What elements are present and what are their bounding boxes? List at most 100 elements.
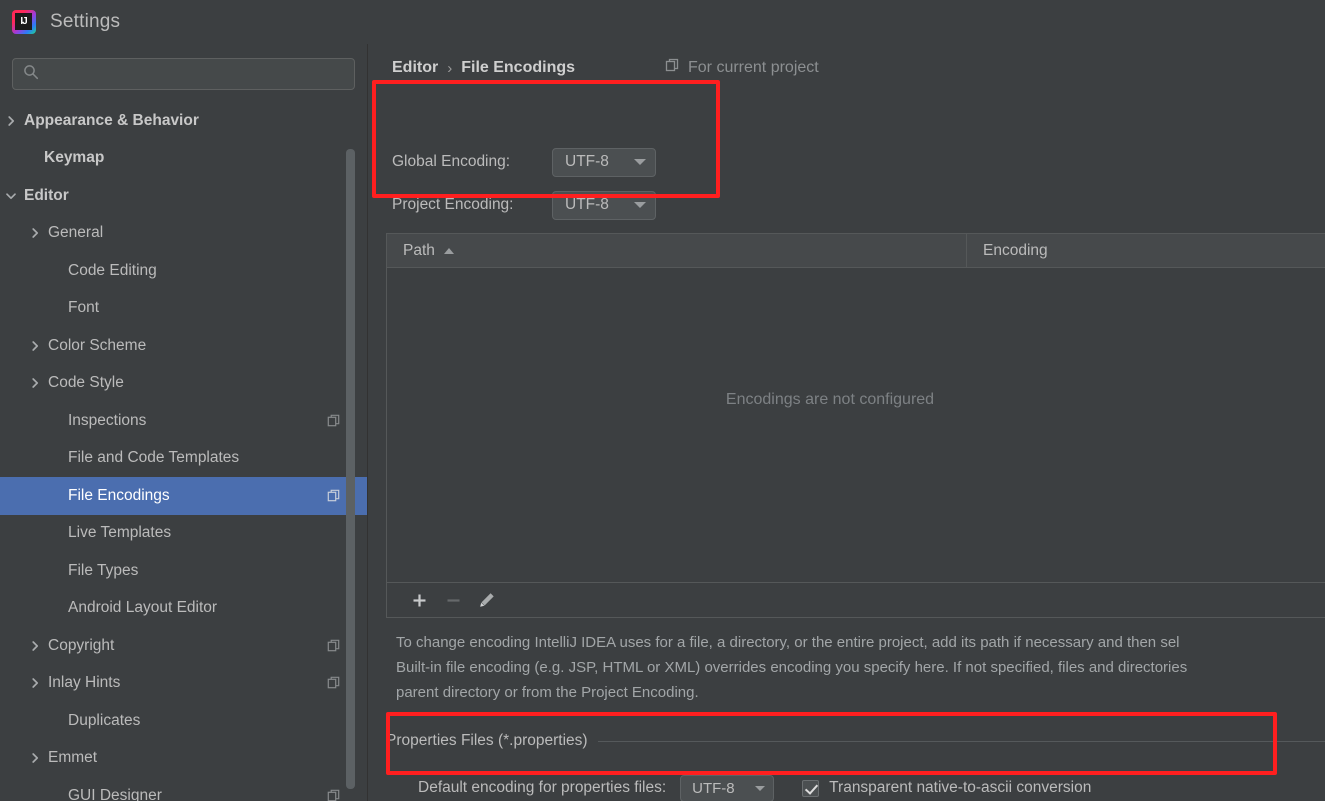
global-encoding-value: UTF-8 <box>565 153 609 170</box>
properties-files-group-header: Properties Files (*.properties) <box>386 732 1325 750</box>
global-encoding-row: Global Encoding: UTF-8 <box>392 147 656 177</box>
minus-icon <box>447 598 459 602</box>
chevron-right-icon[interactable] <box>28 339 42 353</box>
sidebar-item-label: File and Code Templates <box>68 449 240 467</box>
sidebar-item-emmet[interactable]: Emmet <box>0 740 367 778</box>
sidebar-item-copyright[interactable]: Copyright <box>0 627 367 665</box>
project-encoding-dropdown[interactable]: UTF-8 <box>552 190 656 220</box>
properties-encoding-value: UTF-8 <box>692 779 735 797</box>
intellij-idea-logo-icon <box>12 10 36 34</box>
settings-window: Settings Appearance & Behavior Keymap Edit… <box>0 0 1325 801</box>
project-scope-icon <box>665 58 680 78</box>
sidebar-item-label: Keymap <box>44 149 105 167</box>
project-encoding-row: Project Encoding: UTF-8 <box>392 190 656 220</box>
chevron-right-icon[interactable] <box>28 376 42 390</box>
project-scope-icon <box>327 639 341 653</box>
group-separator-line <box>597 740 1325 742</box>
caret-up-icon <box>443 247 454 254</box>
remove-encoding-button <box>436 586 470 614</box>
table-body: Encodings are not configured <box>387 268 1325 582</box>
sidebar-item-label: Live Templates <box>68 524 172 542</box>
file-encodings-pane: Editor › File Encodings For current proj… <box>368 44 1325 801</box>
transparent-conversion-checkbox[interactable] <box>802 779 820 797</box>
properties-encoding-label: Default encoding for properties files: <box>418 779 667 796</box>
sidebar-item-gui-designer[interactable]: GUI Designer <box>0 777 367 801</box>
chevron-right-icon[interactable] <box>28 676 42 690</box>
sidebar-item-label: File Types <box>68 561 139 579</box>
breadcrumb-separator-icon: › <box>447 59 453 77</box>
sidebar-item-label: Code Style <box>48 374 124 392</box>
search-input[interactable] <box>39 66 354 82</box>
plus-icon <box>413 594 425 606</box>
column-header-path[interactable]: Path <box>387 234 967 267</box>
sidebar-item-label: Inlay Hints <box>48 674 121 692</box>
sidebar-item-font[interactable]: Font <box>0 290 367 328</box>
encodings-table: Path Encoding Encodings are not configur… <box>386 233 1325 583</box>
breadcrumb-parent[interactable]: Editor <box>392 59 438 77</box>
sidebar-item-label: Color Scheme <box>48 336 147 354</box>
chevron-right-icon[interactable] <box>28 751 42 765</box>
properties-encoding-row: Default encoding for properties files: U… <box>418 773 1091 801</box>
table-empty-message: Encodings are not configured <box>725 391 935 408</box>
sidebar-scrollbar-track[interactable] <box>346 102 361 801</box>
project-scope-label: For current project <box>688 59 819 76</box>
sidebar-item-file-encodings[interactable]: File Encodings <box>0 477 367 515</box>
sidebar-item-code-editing[interactable]: Code Editing <box>0 252 367 290</box>
sidebar-item-code-style[interactable]: Code Style <box>0 365 367 403</box>
chevron-down-icon[interactable] <box>4 189 18 203</box>
sidebar-item-duplicates[interactable]: Duplicates <box>0 702 367 740</box>
sidebar-item-inspections[interactable]: Inspections <box>0 402 367 440</box>
global-encoding-label: Global Encoding: <box>392 153 511 170</box>
chevron-down-icon <box>634 159 646 165</box>
sidebar-item-editor[interactable]: Editor <box>0 177 367 215</box>
sidebar-item-inlay-hints[interactable]: Inlay Hints <box>0 665 367 703</box>
sidebar-item-android-layout-editor[interactable]: Android Layout Editor <box>0 590 367 628</box>
sidebar-item-live-templates[interactable]: Live Templates <box>0 515 367 553</box>
project-scope-icon <box>327 789 341 801</box>
project-scope-note: For current project <box>665 56 819 80</box>
sidebar-item-label: Emmet <box>48 749 98 767</box>
sidebar-item-color-scheme[interactable]: Color Scheme <box>0 327 367 365</box>
chevron-down-icon <box>755 785 766 791</box>
global-encoding-dropdown[interactable]: UTF-8 <box>552 147 656 177</box>
properties-encoding-dropdown[interactable]: UTF-8 <box>680 774 775 801</box>
column-header-path-label: Path <box>403 241 435 259</box>
sidebar-scrollbar-thumb[interactable] <box>346 149 355 789</box>
sidebar-item-label: Duplicates <box>68 711 141 729</box>
add-encoding-button[interactable] <box>402 586 436 614</box>
sidebar-item-file-types[interactable]: File Types <box>0 552 367 590</box>
chevron-right-icon[interactable] <box>28 226 42 240</box>
sidebar-item-label: Code Editing <box>68 261 157 279</box>
sidebar-item-file-and-code-templates[interactable]: File and Code Templates <box>0 440 367 478</box>
encodings-table-toolbar <box>386 583 1325 618</box>
settings-tree: Appearance & Behavior Keymap Editor General… <box>0 102 367 801</box>
sidebar-item-label: Appearance & Behavior <box>24 111 199 129</box>
edit-encoding-button[interactable] <box>470 586 504 614</box>
project-scope-icon <box>327 414 341 428</box>
window-titlebar: Settings <box>0 0 1325 44</box>
chevron-right-icon[interactable] <box>28 639 42 653</box>
encodings-description: To change encoding IntelliJ IDEA uses fo… <box>396 634 1188 701</box>
sidebar-search-box[interactable] <box>12 58 355 90</box>
sidebar-item-keymap[interactable]: Keymap <box>0 140 367 178</box>
column-header-encoding-label: Encoding <box>983 241 1048 259</box>
sidebar-item-label: Copyright <box>48 636 115 654</box>
project-scope-icon <box>327 489 341 503</box>
sidebar-item-label: Font <box>68 299 100 317</box>
settings-sidebar: Appearance & Behavior Keymap Editor General… <box>0 44 367 801</box>
table-header-row: Path Encoding <box>387 234 1325 268</box>
sidebar-item-label: GUI Designer <box>68 786 162 801</box>
search-icon <box>23 64 39 85</box>
project-scope-icon <box>327 676 341 690</box>
column-header-encoding[interactable]: Encoding <box>967 234 1325 267</box>
window-title: Settings <box>50 11 121 32</box>
sidebar-item-general[interactable]: General <box>0 215 367 253</box>
sidebar-item-appearance-behavior[interactable]: Appearance & Behavior <box>0 102 367 140</box>
transparent-conversion-checkbox-row[interactable]: Transparent native-to-ascii conversion <box>802 779 1091 797</box>
breadcrumb-current: File Encodings <box>461 59 576 76</box>
chevron-right-icon[interactable] <box>4 114 18 128</box>
transparent-conversion-label: Transparent native-to-ascii conversion <box>829 779 1092 796</box>
sidebar-item-label: Editor <box>24 186 69 204</box>
sidebar-item-label: Inspections <box>68 411 147 429</box>
project-encoding-value: UTF-8 <box>565 196 609 213</box>
